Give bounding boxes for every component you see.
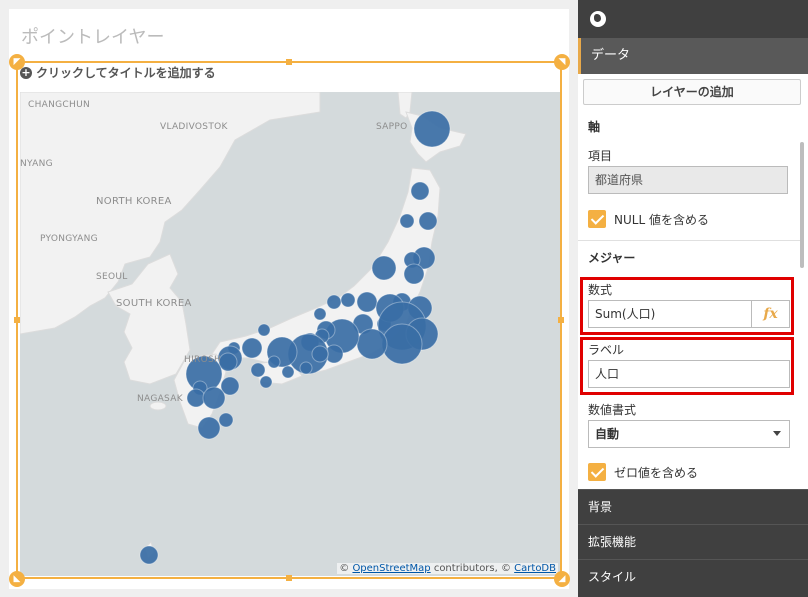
number-format-select[interactable]: 自動	[588, 420, 790, 448]
panel-scrollbar[interactable]	[800, 142, 804, 268]
section-background[interactable]: 背景	[578, 489, 808, 524]
add-layer-button[interactable]: レイヤーの追加	[583, 79, 801, 105]
resize-handle-left[interactable]	[14, 317, 20, 323]
measure-heading: メジャー	[588, 251, 636, 265]
resize-handle-bottom-right[interactable]: ◢	[554, 571, 570, 587]
resize-handle-right[interactable]	[558, 317, 564, 323]
resize-handle-bottom[interactable]	[286, 575, 292, 581]
map-object[interactable]: ポイントレイヤー CHANGCHUN VLADIVOSTOK SAPPO NYA…	[9, 9, 570, 589]
map-object-area: ポイントレイヤー CHANGCHUN VLADIVOSTOK SAPPO NYA…	[0, 0, 578, 597]
add-title-text: クリックしてタイトルを追加する	[36, 66, 216, 80]
data-section-body: レイヤーの追加 軸 項目 都道府県 NULL 値を含める メジャー 数式 Sum…	[578, 74, 801, 489]
include-null-checkbox[interactable]: NULL 値を含める	[588, 210, 709, 228]
section-style[interactable]: スタイル	[578, 559, 808, 597]
divider	[578, 240, 800, 241]
object-title[interactable]: ポイントレイヤー	[21, 23, 164, 49]
include-zero-checkbox[interactable]: ゼロ値を含める	[588, 463, 698, 481]
add-title-prompt[interactable]: + クリックしてタイトルを追加する	[20, 64, 216, 81]
checkbox-checked-icon	[588, 463, 606, 481]
properties-panel: データ レイヤーの追加 軸 項目 都道府県 NULL 値を含める メジャー 数式…	[578, 0, 808, 597]
axis-heading: 軸	[588, 120, 601, 134]
number-format-label: 数値書式	[588, 403, 637, 417]
number-format-value: 自動	[595, 427, 620, 441]
caret-down-icon	[773, 431, 781, 436]
resize-handle-top[interactable]	[286, 59, 292, 65]
include-null-label: NULL 値を含める	[614, 212, 709, 227]
section-extensions[interactable]: 拡張機能	[578, 524, 808, 559]
include-zero-label: ゼロ値を含める	[614, 465, 699, 480]
fx-icon[interactable]: fx	[751, 301, 789, 327]
resize-handle-top-left[interactable]: ◤	[9, 54, 25, 70]
resize-handle-bottom-left[interactable]: ◣	[9, 571, 25, 587]
globe-icon	[590, 11, 606, 27]
expression-value: Sum(人口)	[595, 307, 656, 321]
resize-handle-top-right[interactable]: ◥	[554, 54, 570, 70]
panel-header	[578, 0, 808, 38]
tab-data[interactable]: データ	[578, 38, 808, 74]
selection-frame[interactable]	[16, 61, 562, 579]
item-field[interactable]: 都道府県	[588, 166, 788, 194]
expression-label: 数式	[588, 283, 613, 297]
item-label: 項目	[588, 149, 613, 163]
label-input[interactable]: 人口	[588, 360, 790, 388]
checkbox-checked-icon	[588, 210, 606, 228]
expression-input[interactable]: Sum(人口) fx	[588, 300, 790, 328]
label-label: ラベル	[588, 343, 625, 357]
